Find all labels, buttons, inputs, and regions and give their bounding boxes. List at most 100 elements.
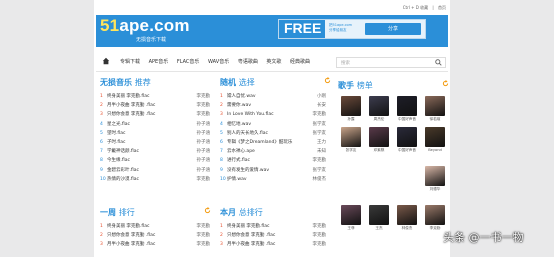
song-title[interactable]: 别人的天长地久.flac [227,131,268,136]
song-title[interactable]: 云水禅心.ape [227,149,255,154]
list-item[interactable]: 7 云水禅心.ape 未知 [220,147,326,156]
list-item[interactable]: 9 没有发生的爱情.wav 张学友 [220,166,326,175]
song-title[interactable]: In Love With You.flac [227,112,274,117]
song-title[interactable]: 月半小夜曲 李克勤 .flac [107,242,155,247]
list-item[interactable]: 1 嫦人自忧.wav 小刚 [220,92,326,101]
song-title[interactable]: 终身美丽 李克勤.flac [227,224,269,229]
list-item[interactable]: 1 终身美丽 李克勤.flac 李克勤 [100,222,210,231]
artist-name[interactable]: 孙子涵 [197,138,211,147]
artist-name[interactable]: 李克勤 [197,231,211,240]
singer-card[interactable]: 邓紫棋 [366,127,392,153]
refresh-icon[interactable] [204,207,211,214]
artist-name[interactable]: 李克勤 [313,110,327,119]
nav-wav[interactable]: WAV音乐 [208,59,229,65]
singer-name[interactable]: 刘德华 [422,187,448,192]
singer-photo[interactable] [425,166,445,186]
singer-photo[interactable] [341,205,361,225]
artist-name[interactable]: 李克勤 [197,175,211,184]
singer-name[interactable]: 邓紫棋 [366,148,392,153]
artist-name[interactable]: 孙子涵 [197,129,211,138]
singer-name[interactable]: 王菲 [338,226,364,231]
list-item[interactable]: 10热情的沙漠.flac 李克勤 [100,175,210,184]
artist-name[interactable]: 张学友 [313,120,327,129]
list-item[interactable]: 6 子时.flac 孙子涵 [100,138,210,147]
song-title[interactable]: 需要你.wav [227,103,251,108]
song-title[interactable]: 进行式.flac [227,158,250,163]
list-item[interactable]: 10护情.wav 林俊杰 [220,175,326,184]
nav-flac[interactable]: FLAC音乐 [177,59,200,65]
singer-card[interactable]: 周杰伦 [366,96,392,122]
list-item[interactable]: 5 望时.flac 孙子涵 [100,129,210,138]
artist-name[interactable]: 李克勤 [197,222,211,231]
list-item[interactable]: 8 今生缘.flac 孙子涵 [100,156,210,165]
share-button[interactable]: 分享 [365,23,421,35]
nav-album[interactable]: 专辑下载 [120,59,140,65]
artist-name[interactable]: 李克勤 [197,110,211,119]
list-item[interactable]: 4 相忆地.wav 张学友 [220,120,326,129]
song-title[interactable]: 月半小夜曲 李克勤 .flac [227,242,275,247]
song-title[interactable]: 只想你会意 李克勤 .flac [227,233,275,238]
singer-name[interactable]: 孙露 [338,117,364,122]
artist-name[interactable]: 李克勤 [313,222,327,231]
song-title[interactable]: 没有发生的爱情.wav [227,168,269,173]
singer-card[interactable]: 徐若瑄 [422,96,448,122]
singer-name[interactable]: 林俊杰 [394,226,420,231]
song-title[interactable]: 望时.flac [107,131,126,136]
home-link[interactable]: 首页 [438,5,446,10]
song-title[interactable]: 子时.flac [107,140,126,145]
artist-name[interactable]: 孙子涵 [197,156,211,165]
singer-photo[interactable] [369,205,389,225]
singer-photo[interactable] [341,96,361,116]
artist-name[interactable]: 李克勤 [197,92,211,101]
artist-name[interactable]: 张学友 [313,129,327,138]
artist-name[interactable]: 小刚 [317,92,326,101]
song-title[interactable]: 月半小夜曲 李克勤 .flac [107,103,155,108]
song-title[interactable]: 金碧云彩叶.flac [107,168,139,173]
singer-name[interactable]: 张学友 [338,148,364,153]
song-title[interactable]: 学戴神话颜.flac [107,149,139,154]
artist-name[interactable]: 李克勤 [197,101,211,110]
list-item[interactable]: 6 专辑《梦之Dreamland》酷玩乐 王力 [220,138,326,147]
list-item[interactable]: 2 月半小夜曲 李克勤 .flac 李克勤 [100,101,210,110]
singer-name[interactable]: 徐若瑄 [422,117,448,122]
singer-photo[interactable] [341,127,361,147]
artist-name[interactable]: 张学友 [313,166,327,175]
singer-card[interactable]: 王菲 [338,205,364,231]
artist-name[interactable]: 孙子涵 [197,166,211,175]
singer-name[interactable]: 王杰 [366,226,392,231]
singer-photo[interactable] [369,96,389,116]
list-item[interactable]: 2 只想你会意 李克勤 .flac 李克勤 [100,231,210,240]
refresh-icon[interactable] [324,77,331,84]
song-title[interactable]: 只想你会意 李克勤 .flac [107,112,155,117]
singer-name[interactable]: 周杰伦 [366,117,392,122]
list-item[interactable]: 9 金碧云彩叶.flac 孙子涵 [100,166,210,175]
home-icon[interactable] [102,57,110,65]
singer-name[interactable]: 中国好声音 [394,148,420,153]
song-title[interactable]: 终身美丽 李克勤.flac [107,94,149,99]
song-title[interactable]: 护情.wav [227,177,247,182]
artist-name[interactable]: 李克勤 [197,240,211,249]
nav-english[interactable]: 英文歌 [266,59,281,65]
song-title[interactable]: 专辑《梦之Dreamland》酷玩乐 [227,140,292,145]
bookmark-link[interactable]: Ctrl + D 收藏 [403,5,428,10]
singer-photo[interactable] [425,96,445,116]
singer-card[interactable]: 王杰 [366,205,392,231]
list-item[interactable]: 3 只想你会意 李克勤 .flac 李克勤 [100,110,210,119]
singer-photo[interactable] [369,127,389,147]
nav-cantonese[interactable]: 粤语歌曲 [238,59,258,65]
list-item[interactable]: 5 别人的天长地久.flac 张学友 [220,129,326,138]
song-title[interactable]: 嫦人自忧.wav [227,94,256,99]
list-item[interactable]: 2 需要你.wav 长安 [220,101,326,110]
singer-photo[interactable] [397,127,417,147]
singer-card[interactable]: 张学友 [338,127,364,153]
singer-photo[interactable] [397,205,417,225]
list-item[interactable]: 1 终身美丽 李克勤.flac 李克勤 [100,92,210,101]
list-item[interactable]: 1 终身美丽 李克勤.flac 李克勤 [220,222,326,231]
artist-name[interactable]: 王力 [317,138,326,147]
list-item[interactable]: 3 月半小夜曲 李克勤 .flac 李克勤 [100,240,210,249]
song-title[interactable]: 相忆地.wav [227,122,251,127]
song-title[interactable]: 只想你会意 李克勤 .flac [107,233,155,238]
song-title[interactable]: 热情的沙漠.flac [107,177,139,182]
search-icon[interactable] [435,59,442,66]
singer-photo[interactable] [425,127,445,147]
